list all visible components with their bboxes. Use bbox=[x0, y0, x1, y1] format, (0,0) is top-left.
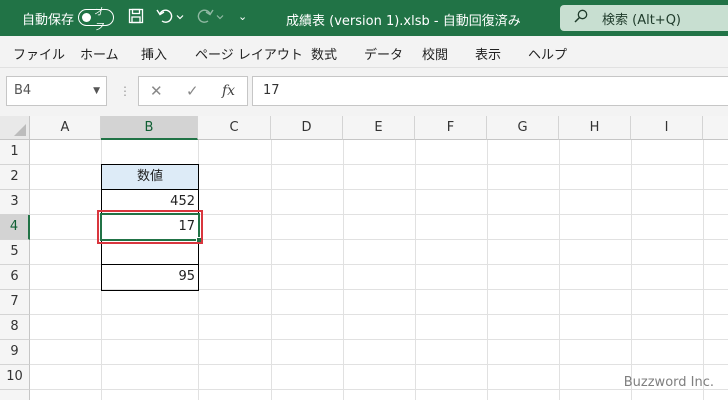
search-label: 検索 (Alt+Q) bbox=[602, 12, 682, 28]
name-box-value: B4 bbox=[14, 83, 32, 98]
select-all-button[interactable] bbox=[0, 116, 30, 140]
column-header-c[interactable]: C bbox=[198, 116, 271, 140]
tab-review[interactable]: 校閲 bbox=[422, 44, 448, 63]
toggle-knob bbox=[82, 13, 91, 22]
row-header-6[interactable]: 6 bbox=[0, 265, 30, 290]
name-box[interactable]: B4 ▼ bbox=[6, 76, 107, 106]
tab-data[interactable]: データ bbox=[364, 44, 403, 63]
save-icon[interactable] bbox=[128, 8, 144, 28]
gridline bbox=[30, 339, 728, 340]
row-header-7[interactable]: 7 bbox=[0, 290, 30, 315]
column-header-j[interactable] bbox=[703, 116, 728, 140]
toggle-label: オフ bbox=[93, 6, 104, 33]
tab-page-layout[interactable]: ページ レイアウト bbox=[195, 44, 303, 63]
gridline bbox=[703, 140, 704, 400]
redo-dropdown-icon[interactable] bbox=[216, 10, 224, 28]
insert-function-icon[interactable]: fx bbox=[222, 83, 235, 99]
watermark: Buzzword Inc. bbox=[623, 375, 714, 390]
gridline bbox=[487, 140, 488, 400]
column-header-a[interactable]: A bbox=[30, 116, 101, 140]
row-header-8[interactable]: 8 bbox=[0, 315, 30, 340]
formula-input[interactable]: 17 bbox=[252, 76, 728, 106]
row-header-3[interactable]: 3 bbox=[0, 190, 30, 215]
column-header-i[interactable]: I bbox=[631, 116, 703, 140]
search-icon bbox=[574, 9, 588, 27]
row-header-2[interactable]: 2 bbox=[0, 165, 30, 190]
autosave-toggle[interactable]: オフ bbox=[78, 7, 114, 33]
autosave-label: 自動保存 bbox=[22, 13, 75, 28]
highlight-box bbox=[97, 210, 203, 244]
row-header-11[interactable] bbox=[0, 390, 30, 400]
name-box-dropdown-icon[interactable]: ▼ bbox=[93, 77, 100, 105]
tab-insert[interactable]: 挿入 bbox=[141, 44, 167, 63]
tab-help[interactable]: ヘルプ bbox=[528, 44, 567, 63]
gridline bbox=[343, 140, 344, 400]
gridline bbox=[631, 140, 632, 400]
undo-icon[interactable] bbox=[156, 8, 174, 28]
column-header-g[interactable]: G bbox=[487, 116, 559, 140]
column-header-b[interactable]: B bbox=[101, 116, 198, 140]
worksheet-grid[interactable]: A B C D E F G H I 1 2 3 4 5 6 7 8 9 10 数… bbox=[0, 116, 728, 400]
tab-view[interactable]: 表示 bbox=[475, 44, 501, 63]
row-header-1[interactable]: 1 bbox=[0, 140, 30, 165]
gridline bbox=[559, 140, 560, 400]
formula-bar-grip-icon: ⋮ bbox=[119, 84, 131, 98]
row-header-4[interactable]: 4 bbox=[0, 215, 30, 240]
ribbon-tabs: ファイル ホーム 挿入 ページ レイアウト 数式 データ 校閲 表示 ヘルプ bbox=[0, 36, 728, 68]
undo-dropdown-icon[interactable] bbox=[176, 10, 184, 28]
enter-icon[interactable]: ✓ bbox=[186, 82, 199, 100]
tab-home[interactable]: ホーム bbox=[80, 44, 119, 63]
column-header-d[interactable]: D bbox=[271, 116, 343, 140]
redo-icon[interactable] bbox=[196, 8, 214, 28]
formula-bar: B4 ▼ ⋮ ✕ ✓ fx 17 bbox=[0, 68, 728, 116]
column-header-e[interactable]: E bbox=[343, 116, 415, 140]
tab-formulas[interactable]: 数式 bbox=[311, 44, 337, 63]
row-header-10[interactable]: 10 bbox=[0, 365, 30, 390]
title-bar: 自動保存 オフ ⌄ 成績表 (version 1).xlsb - 自動回復済み … bbox=[0, 0, 728, 36]
row-header-9[interactable]: 9 bbox=[0, 340, 30, 365]
customize-toolbar-icon[interactable]: ⌄ bbox=[238, 8, 247, 26]
cell-b6[interactable]: 95 bbox=[101, 265, 199, 289]
cell-b2[interactable]: 数値 bbox=[101, 165, 199, 189]
gridline bbox=[30, 314, 728, 315]
column-header-f[interactable]: F bbox=[415, 116, 487, 140]
cancel-icon[interactable]: ✕ bbox=[150, 82, 163, 100]
document-title: 成績表 (version 1).xlsb - 自動回復済み bbox=[286, 14, 521, 29]
row-header-5[interactable]: 5 bbox=[0, 240, 30, 265]
column-header-h[interactable]: H bbox=[559, 116, 631, 140]
tab-file[interactable]: ファイル bbox=[13, 44, 65, 63]
gridline bbox=[30, 364, 728, 365]
formula-buttons: ✕ ✓ fx bbox=[138, 76, 248, 106]
search-box[interactable]: 検索 (Alt+Q) bbox=[560, 5, 728, 31]
gridline bbox=[415, 140, 416, 400]
gridline bbox=[271, 140, 272, 400]
